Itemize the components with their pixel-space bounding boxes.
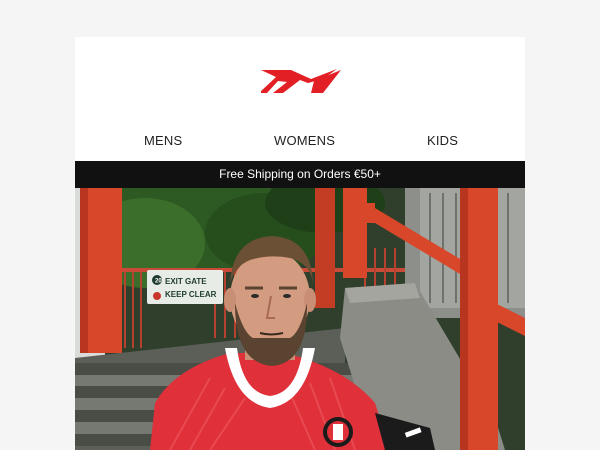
promo-bar[interactable]: Free Shipping on Orders €50+ (75, 161, 525, 188)
hero-image[interactable]: 20 EXIT GATE KEEP CLEAR (75, 188, 525, 450)
nav-item-mens[interactable]: MENS (144, 133, 182, 148)
sign-line-1: EXIT GATE (165, 277, 207, 286)
nav-item-kids[interactable]: KIDS (427, 133, 458, 148)
nav-item-womens[interactable]: WOMENS (274, 133, 335, 148)
main-nav: MENS WOMENS KIDS (75, 127, 525, 161)
email-container: MENS WOMENS KIDS Free Shipping on Orders… (75, 37, 525, 450)
header (75, 37, 525, 127)
exit-gate-sign: 20 EXIT GATE KEEP CLEAR (147, 270, 223, 304)
sign-line-2: KEEP CLEAR (165, 290, 217, 299)
promo-text: Free Shipping on Orders €50+ (219, 167, 381, 181)
sign-number: 20 (155, 279, 162, 285)
reebok-logo-icon (261, 69, 341, 93)
hero-photo: 20 EXIT GATE KEEP CLEAR (75, 188, 525, 450)
